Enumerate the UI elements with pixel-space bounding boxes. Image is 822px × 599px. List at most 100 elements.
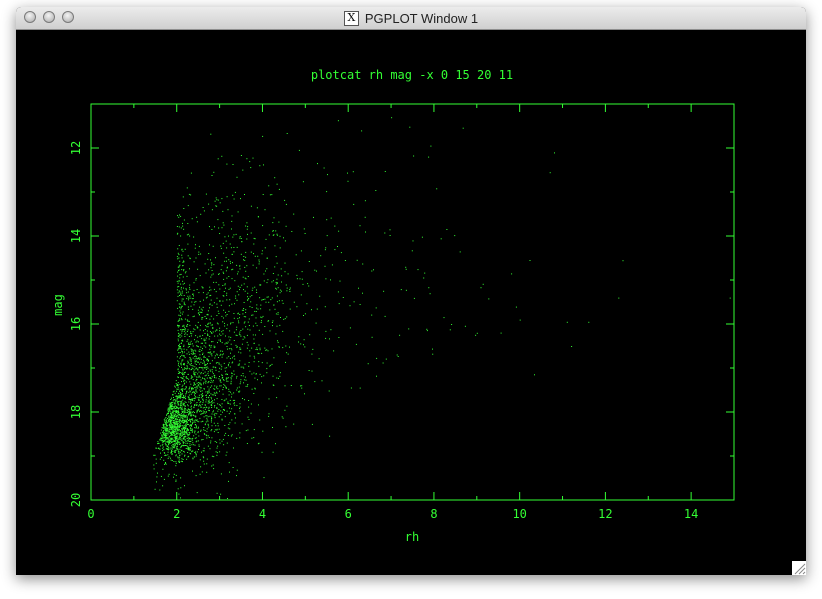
data-point: [196, 385, 198, 387]
resize-handle[interactable]: [792, 561, 806, 575]
data-point: [181, 408, 183, 410]
data-point: [189, 235, 191, 237]
data-point: [177, 329, 179, 331]
data-point: [179, 396, 181, 398]
data-point: [175, 448, 177, 450]
data-point: [413, 297, 415, 299]
data-point: [168, 413, 169, 414]
data-point: [214, 405, 216, 406]
data-point: [174, 410, 176, 412]
data-point: [274, 308, 276, 310]
data-point: [174, 431, 175, 433]
data-point: [244, 376, 246, 378]
data-point: [220, 339, 221, 341]
data-point: [277, 340, 278, 342]
data-point: [182, 280, 184, 282]
data-point: [286, 405, 288, 407]
data-point: [432, 348, 433, 350]
data-point: [179, 436, 181, 438]
data-point: [169, 435, 171, 437]
data-point: [210, 299, 212, 301]
data-point: [184, 328, 186, 330]
data-point: [226, 342, 228, 344]
data-point: [216, 329, 218, 331]
data-point: [234, 355, 235, 357]
data-point: [185, 426, 187, 428]
data-point: [243, 302, 245, 303]
data-point: [203, 355, 205, 357]
data-point: [176, 443, 178, 445]
data-point: [170, 403, 172, 405]
data-point: [182, 283, 184, 285]
data-point: [184, 429, 186, 430]
data-point: [183, 287, 184, 289]
data-point: [231, 349, 233, 351]
data-point: [166, 431, 168, 433]
data-point: [384, 171, 386, 172]
data-point: [197, 369, 199, 371]
data-point: [204, 411, 205, 413]
data-point: [161, 440, 163, 442]
data-point: [171, 414, 173, 416]
data-point: [179, 306, 181, 308]
data-point: [237, 211, 239, 213]
data-point: [216, 407, 218, 409]
data-point: [220, 493, 222, 495]
data-point: [199, 389, 201, 391]
data-point: [228, 462, 230, 464]
data-point: [170, 452, 172, 454]
data-point: [182, 368, 184, 370]
data-point: [239, 236, 241, 238]
y-tick-label: 16: [69, 317, 83, 331]
data-point: [207, 382, 209, 384]
data-point: [277, 274, 279, 276]
data-point: [240, 375, 242, 377]
data-point: [188, 398, 190, 400]
data-point: [177, 338, 179, 340]
data-point: [264, 347, 266, 349]
data-point: [188, 437, 190, 439]
data-point: [178, 290, 180, 292]
data-point: [182, 444, 184, 446]
data-point: [206, 407, 208, 409]
data-point: [181, 458, 183, 460]
data-point: [178, 457, 180, 459]
data-point: [301, 385, 303, 387]
data-point: [221, 315, 223, 317]
data-point: [221, 366, 223, 368]
data-point: [184, 282, 185, 284]
data-point: [247, 385, 248, 387]
data-point: [260, 308, 262, 310]
data-point: [173, 437, 175, 439]
data-point: [269, 194, 271, 196]
data-point: [198, 371, 200, 373]
data-point: [258, 259, 260, 261]
data-point: [236, 387, 238, 389]
data-point: [225, 432, 227, 434]
data-point: [180, 446, 182, 448]
data-point: [252, 314, 254, 316]
data-point: [178, 452, 180, 454]
data-point: [191, 422, 193, 424]
data-point: [178, 363, 179, 365]
data-point: [184, 407, 185, 409]
data-point: [239, 289, 240, 291]
data-point: [197, 385, 199, 387]
data-point: [164, 422, 166, 424]
data-point: [177, 448, 179, 450]
data-point: [184, 445, 186, 447]
title-bar[interactable]: X PGPLOT Window 1: [16, 7, 806, 30]
data-point: [199, 300, 201, 302]
data-point: [226, 380, 228, 382]
data-point: [207, 373, 209, 375]
data-point: [190, 331, 192, 333]
data-point: [187, 367, 189, 369]
data-point: [197, 321, 199, 323]
data-point: [234, 404, 236, 406]
data-point: [282, 347, 284, 349]
data-point: [181, 313, 183, 315]
data-point: [188, 455, 190, 457]
data-point: [179, 260, 181, 262]
data-point: [198, 350, 200, 352]
data-point: [243, 322, 245, 324]
